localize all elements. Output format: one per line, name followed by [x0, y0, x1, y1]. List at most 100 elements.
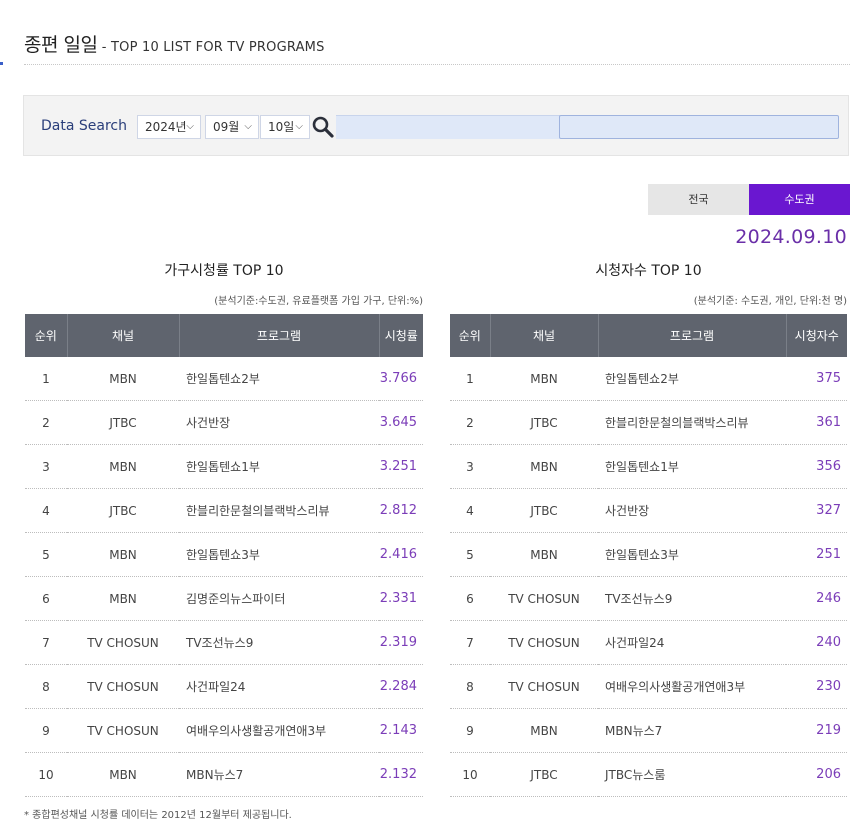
- channel-cell: MBN: [490, 532, 598, 577]
- program-cell: 한블리한문철의블랙박스리뷰: [598, 400, 786, 445]
- rating-cell: 2.132: [379, 752, 423, 797]
- table-row: 2 JTBC 사건반장 3.645: [25, 400, 423, 445]
- channel-cell: JTBC: [490, 400, 598, 445]
- channel-cell: MBN: [67, 532, 179, 577]
- tab-nationwide[interactable]: 전국: [648, 184, 749, 215]
- channel-cell: TV CHOSUN: [490, 664, 598, 709]
- table-row: 5 MBN 한일톱텐쇼3부 251: [450, 532, 847, 577]
- viewers-count-note: (분석기준: 수도권, 개인, 단위:천 명): [693, 296, 847, 307]
- viewers-cell: 361: [786, 400, 847, 445]
- channel-cell: JTBC: [490, 752, 598, 797]
- program-cell: JTBC뉴스룸: [598, 752, 786, 797]
- channel-cell: MBN: [67, 752, 179, 797]
- rank-cell: 10: [450, 752, 490, 797]
- column-header-program: 프로그램: [178, 314, 379, 357]
- viewers-cell: 246: [786, 576, 847, 621]
- program-cell: 한일톱텐쇼2부: [598, 357, 786, 401]
- table-header-row: 순위 채널 프로그램 시청률: [25, 314, 423, 357]
- page-header: 종편 일일 - TOP 10 LIST FOR TV PROGRAMS: [24, 30, 850, 65]
- rating-cell: 3.251: [379, 444, 423, 489]
- table-row: 3 MBN 한일톱텐쇼1부 356: [450, 444, 847, 489]
- table-row: 9 MBN MBN뉴스7 219: [450, 708, 847, 753]
- table-row: 7 TV CHOSUN 사건파일24 240: [450, 620, 847, 665]
- table-row: 10 MBN MBN뉴스7 2.132: [25, 752, 423, 797]
- rank-cell: 1: [450, 357, 490, 401]
- year-select[interactable]: 2024년 ⌵: [137, 115, 201, 139]
- table-row: 3 MBN 한일톱텐쇼1부 3.251: [25, 444, 423, 489]
- table-row: 8 TV CHOSUN 사건파일24 2.284: [25, 664, 423, 709]
- table-row: 6 MBN 김명준의뉴스파이터 2.331: [25, 576, 423, 621]
- rating-cell: 2.331: [379, 576, 423, 621]
- program-cell: 김명준의뉴스파이터: [179, 576, 379, 621]
- viewers-cell: 230: [786, 664, 847, 709]
- table-row: 9 TV CHOSUN 여배우의사생활공개연애3부 2.143: [25, 708, 423, 753]
- program-cell: 사건반장: [179, 400, 379, 445]
- viewers-count-table: 순위 채널 프로그램 시청자수 1 MBN 한일톱텐쇼2부 375 2 JTBC 한블리한…: [450, 314, 847, 797]
- channel-cell: TV CHOSUN: [490, 620, 598, 665]
- column-header-rating: 시청률: [378, 314, 423, 357]
- channel-cell: TV CHOSUN: [67, 664, 179, 709]
- region-tabs: 전국 수도권: [648, 184, 850, 215]
- rank-cell: 7: [25, 620, 67, 665]
- channel-cell: MBN: [490, 357, 598, 401]
- chevron-down-icon: ⌵: [186, 121, 194, 132]
- program-cell: TV조선뉴스9: [179, 620, 379, 665]
- channel-cell: TV CHOSUN: [67, 708, 179, 753]
- search-icon: [312, 116, 334, 138]
- rating-cell: 2.143: [379, 708, 423, 753]
- rank-cell: 2: [450, 400, 490, 445]
- rank-cell: 3: [450, 444, 490, 489]
- left-accent-marker: [0, 62, 3, 65]
- search-field-track[interactable]: [336, 115, 560, 139]
- household-rating-block: 가구시청률 TOP 10 (분석기준:수도권, 유료플랫폼 가입 가구, 단위:…: [25, 260, 423, 797]
- rank-cell: 6: [25, 576, 67, 621]
- table-row: 4 JTBC 한블리한문철의블랙박스리뷰 2.812: [25, 488, 423, 533]
- current-date: 2024.09.10: [735, 226, 847, 248]
- program-cell: MBN뉴스7: [179, 752, 379, 797]
- rank-cell: 4: [450, 488, 490, 533]
- viewers-cell: 240: [786, 620, 847, 665]
- program-cell: MBN뉴스7: [598, 708, 786, 753]
- rating-cell: 2.319: [379, 620, 423, 665]
- table-row: 1 MBN 한일톱텐쇼2부 375: [450, 357, 847, 401]
- rank-cell: 10: [25, 752, 67, 797]
- year-select-value: 2024년: [145, 120, 187, 134]
- table-row: 4 JTBC 사건반장 327: [450, 488, 847, 533]
- rating-cell: 3.766: [379, 357, 423, 401]
- program-cell: 여배우의사생활공개연애3부: [179, 708, 379, 753]
- rank-cell: 8: [25, 664, 67, 709]
- rank-cell: 9: [25, 708, 67, 753]
- viewers-cell: 375: [786, 357, 847, 401]
- program-cell: 한블리한문철의블랙박스리뷰: [179, 488, 379, 533]
- program-cell: 한일톱텐쇼1부: [598, 444, 786, 489]
- table-row: 8 TV CHOSUN 여배우의사생활공개연애3부 230: [450, 664, 847, 709]
- rank-cell: 7: [450, 620, 490, 665]
- day-select-value: 10일: [268, 120, 295, 134]
- table-row: 2 JTBC 한블리한문철의블랙박스리뷰 361: [450, 400, 847, 445]
- channel-cell: MBN: [67, 444, 179, 489]
- page-subtitle: - TOP 10 LIST FOR TV PROGRAMS: [97, 40, 325, 55]
- channel-cell: MBN: [490, 708, 598, 753]
- channel-cell: MBN: [67, 357, 179, 401]
- viewers-cell: 356: [786, 444, 847, 489]
- column-header-channel: 채널: [489, 314, 598, 357]
- day-select[interactable]: 10일 ⌵: [260, 115, 310, 139]
- column-header-rank: 순위: [25, 314, 67, 357]
- search-input[interactable]: [559, 115, 839, 139]
- program-cell: 한일톱텐쇼2부: [179, 357, 379, 401]
- viewers-cell: 327: [786, 488, 847, 533]
- rank-cell: 6: [450, 576, 490, 621]
- program-cell: 사건파일24: [598, 620, 786, 665]
- table-row: 6 TV CHOSUN TV조선뉴스9 246: [450, 576, 847, 621]
- chevron-down-icon: ⌵: [295, 121, 303, 132]
- data-search-label: Data Search: [41, 118, 127, 134]
- month-select[interactable]: 09월 ⌵: [205, 115, 259, 139]
- search-button[interactable]: [310, 114, 336, 140]
- tab-metropolitan[interactable]: 수도권: [749, 184, 850, 215]
- table-header-row: 순위 채널 프로그램 시청자수: [450, 314, 847, 357]
- rating-cell: 3.645: [379, 400, 423, 445]
- data-search-panel: Data Search 2024년 ⌵ 09월 ⌵ 10일 ⌵: [23, 95, 849, 156]
- household-rating-note: (분석기준:수도권, 유료플랫폼 가입 가구, 단위:%): [214, 296, 423, 307]
- channel-cell: JTBC: [490, 488, 598, 533]
- viewers-cell: 206: [786, 752, 847, 797]
